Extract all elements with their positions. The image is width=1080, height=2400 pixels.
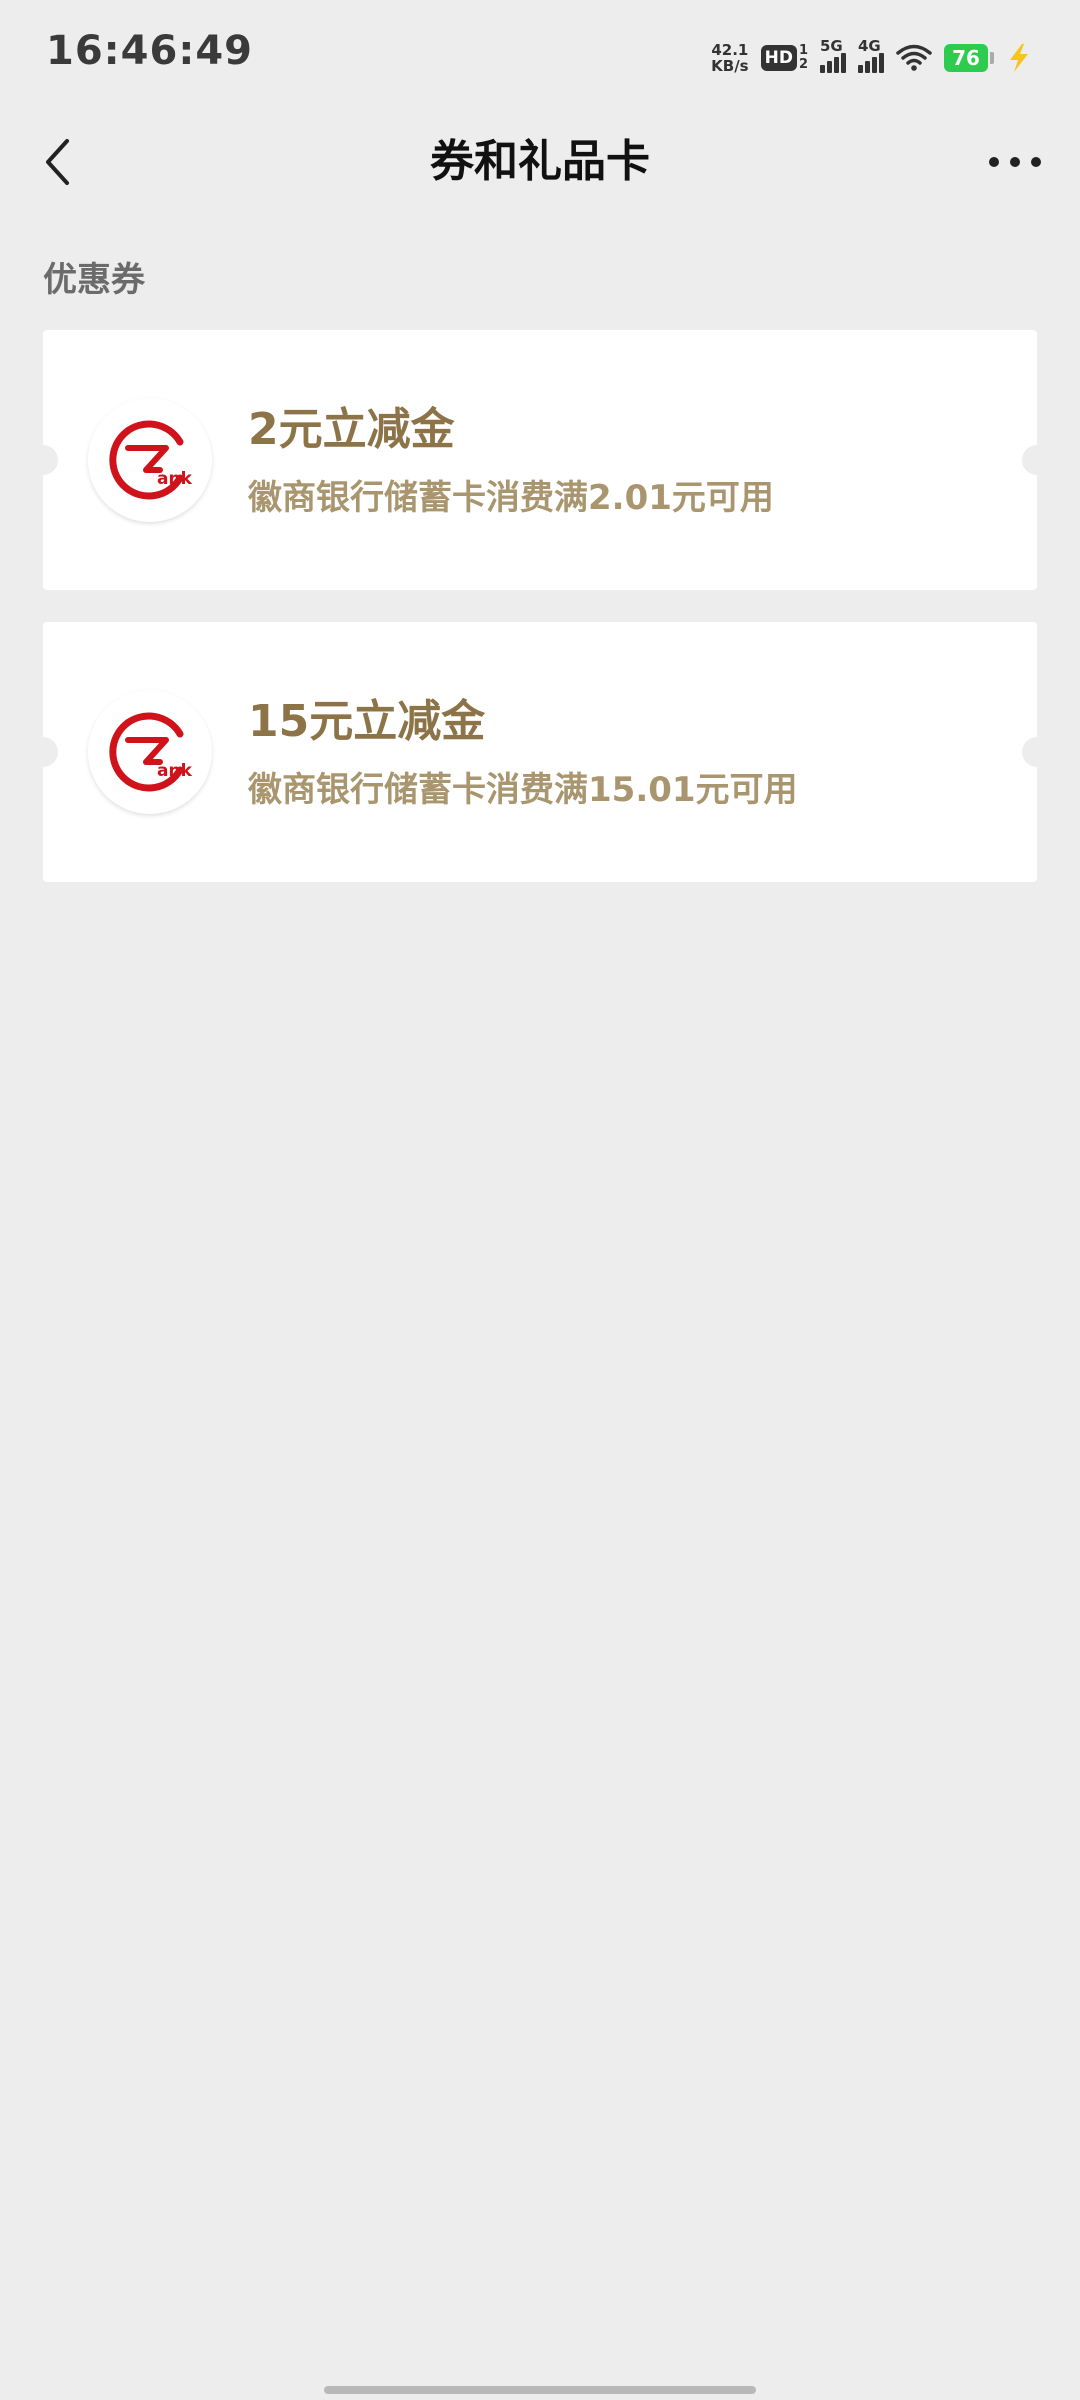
section-title-coupons: 优惠券 (43, 260, 145, 300)
status-bar: 16:46:49 42.1 KB/s HD 1 2 5G 4G 76 (0, 0, 1080, 110)
status-time: 16:46:49 (46, 28, 253, 74)
bank-logo-text: ank (157, 469, 193, 489)
signal-4g-icon: 4G (858, 37, 884, 73)
coupon-list: ank 2元立减金 徽商银行储蓄卡消费满2.01元可用 ank 15元立减金 徽… (28, 330, 1052, 914)
status-icons: 42.1 KB/s HD 1 2 5G 4G 76 (711, 36, 1032, 80)
bank-logo-icon: ank (88, 690, 212, 814)
hd-voice-icon: HD 1 2 (760, 43, 808, 72)
page-title: 券和礼品卡 (430, 136, 650, 187)
network-speed-value: 42.1 (711, 41, 749, 59)
home-indicator[interactable] (324, 2386, 756, 2394)
card-notch-left (28, 445, 58, 475)
coupon-description: 徽商银行储蓄卡消费满2.01元可用 (248, 478, 774, 518)
wifi-icon (896, 44, 932, 71)
card-notch-right (1022, 445, 1052, 475)
more-options-button[interactable] (980, 138, 1050, 186)
navigation-bar: 券和礼品卡 (0, 110, 1080, 214)
hd-sub-bottom: 2 (798, 57, 808, 72)
coupon-title: 15元立减金 (248, 696, 486, 747)
coupon-description: 徽商银行储蓄卡消费满15.01元可用 (248, 770, 798, 810)
signal-5g-icon: 5G (820, 37, 846, 73)
more-horizontal-icon (989, 157, 1041, 167)
hd-sub-top: 1 (798, 43, 808, 58)
network-speed-unit: KB/s (711, 57, 749, 75)
card-notch-right (1022, 737, 1052, 767)
coupon-card[interactable]: ank 2元立减金 徽商银行储蓄卡消费满2.01元可用 (28, 330, 1052, 590)
coupon-card[interactable]: ank 15元立减金 徽商银行储蓄卡消费满15.01元可用 (28, 622, 1052, 882)
card-notch-left (28, 737, 58, 767)
signal-4g-label: 4G (858, 37, 881, 55)
coupon-title: 2元立减金 (248, 404, 455, 455)
battery-icon: 76 (944, 44, 994, 72)
lightning-icon (1010, 44, 1028, 72)
bank-logo-text: ank (157, 761, 193, 781)
battery-level: 76 (944, 44, 988, 72)
network-speed: 42.1 KB/s (711, 42, 748, 74)
hd-label: HD (760, 45, 797, 71)
bank-logo-icon: ank (88, 398, 212, 522)
signal-5g-label: 5G (820, 37, 843, 55)
